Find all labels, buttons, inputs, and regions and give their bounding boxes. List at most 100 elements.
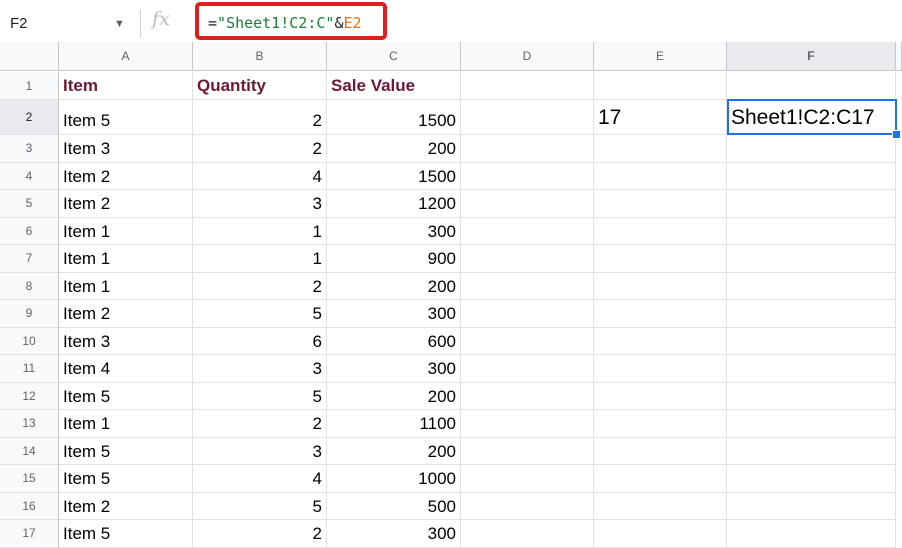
cell-b17[interactable]: 2 [193,520,327,548]
cell-c9[interactable]: 300 [327,300,461,328]
row-header-13[interactable]: 13 [0,410,59,438]
cell-a1[interactable]: Item [59,72,193,100]
cell-e17[interactable] [594,520,727,548]
cell-f15[interactable] [727,465,896,493]
cell-f11[interactable] [727,355,896,383]
cell-c11[interactable]: 300 [327,355,461,383]
cell-d11[interactable] [461,355,594,383]
column-header-d[interactable]: D [461,42,594,71]
cell-b9[interactable]: 5 [193,300,327,328]
cell-a5[interactable]: Item 2 [59,190,193,218]
cell-c5[interactable]: 1200 [327,190,461,218]
cell-a13[interactable]: Item 1 [59,410,193,438]
row-header-11[interactable]: 11 [0,355,59,383]
cell-c17[interactable]: 300 [327,520,461,548]
row-header-9[interactable]: 9 [0,300,59,328]
cell-c3[interactable]: 200 [327,135,461,163]
cell-c12[interactable]: 200 [327,382,461,410]
cell-c1[interactable]: Sale Value [327,72,461,100]
cell-b10[interactable]: 6 [193,327,327,355]
cell-a17[interactable]: Item 5 [59,520,193,548]
row-header-3[interactable]: 3 [0,135,59,163]
cell-b6[interactable]: 1 [193,217,327,245]
cell-c13[interactable]: 1100 [327,410,461,438]
cell-c10[interactable]: 600 [327,327,461,355]
cell-d13[interactable] [461,410,594,438]
cell-d1[interactable] [461,72,594,100]
cell-f14[interactable] [727,437,896,465]
cell-e7[interactable] [594,245,727,273]
cell-c2[interactable]: 1500 [327,100,461,135]
row-header-14[interactable]: 14 [0,437,59,465]
sheet-grid[interactable]: A B C D E F 1 2 3 4 5 6 7 8 9 10 11 12 13 14 15 16 17 Item Quant… [0,42,902,548]
column-header-f[interactable]: F [727,42,896,71]
cell-a16[interactable]: Item 2 [59,492,193,520]
cell-c8[interactable]: 200 [327,272,461,300]
column-header-a[interactable]: A [59,42,193,71]
cell-d8[interactable] [461,272,594,300]
cell-a15[interactable]: Item 5 [59,465,193,493]
cell-e15[interactable] [594,465,727,493]
cell-d3[interactable] [461,135,594,163]
column-header-e[interactable]: E [594,42,727,71]
cell-a14[interactable]: Item 5 [59,437,193,465]
row-header-5[interactable]: 5 [0,190,59,218]
cell-a9[interactable]: Item 2 [59,300,193,328]
cell-a10[interactable]: Item 3 [59,327,193,355]
cell-d7[interactable] [461,245,594,273]
cell-a8[interactable]: Item 1 [59,272,193,300]
row-header-2[interactable]: 2 [0,100,59,135]
cell-a7[interactable]: Item 1 [59,245,193,273]
cell-b13[interactable]: 2 [193,410,327,438]
row-header-15[interactable]: 15 [0,465,59,493]
cell-b11[interactable]: 3 [193,355,327,383]
cell-d2[interactable] [461,100,594,135]
cell-c4[interactable]: 1500 [327,162,461,190]
cell-d9[interactable] [461,300,594,328]
cell-f8[interactable] [727,272,896,300]
cell-e14[interactable] [594,437,727,465]
cell-b14[interactable]: 3 [193,437,327,465]
cell-f13[interactable] [727,410,896,438]
row-header-7[interactable]: 7 [0,245,59,273]
cell-c15[interactable]: 1000 [327,465,461,493]
cell-d5[interactable] [461,190,594,218]
cell-f3[interactable] [727,135,896,163]
cell-d14[interactable] [461,437,594,465]
chevron-down-icon[interactable]: ▼ [114,18,125,30]
cell-e4[interactable] [594,162,727,190]
cell-f4[interactable] [727,162,896,190]
cell-e10[interactable] [594,327,727,355]
cell-e11[interactable] [594,355,727,383]
cell-b16[interactable]: 5 [193,492,327,520]
cell-c6[interactable]: 300 [327,217,461,245]
cell-d12[interactable] [461,382,594,410]
fill-handle[interactable] [892,130,901,139]
select-all-corner[interactable] [0,42,59,71]
cell-e8[interactable] [594,272,727,300]
cell-c16[interactable]: 500 [327,492,461,520]
cell-f9[interactable] [727,300,896,328]
cell-d15[interactable] [461,465,594,493]
cell-b7[interactable]: 1 [193,245,327,273]
cell-f10[interactable] [727,327,896,355]
cell-e1[interactable] [594,72,727,100]
row-header-10[interactable]: 10 [0,327,59,355]
cell-f16[interactable] [727,492,896,520]
cell-d6[interactable] [461,217,594,245]
cell-e3[interactable] [594,135,727,163]
cell-b1[interactable]: Quantity [193,72,327,100]
cell-e6[interactable] [594,217,727,245]
cell-b8[interactable]: 2 [193,272,327,300]
row-header-16[interactable]: 16 [0,492,59,520]
row-header-4[interactable]: 4 [0,162,59,190]
cell-d10[interactable] [461,327,594,355]
cell-e13[interactable] [594,410,727,438]
column-header-b[interactable]: B [193,42,327,71]
cell-a4[interactable]: Item 2 [59,162,193,190]
cell-a11[interactable]: Item 4 [59,355,193,383]
cell-b2[interactable]: 2 [193,100,327,135]
cell-b12[interactable]: 5 [193,382,327,410]
cell-f5[interactable] [727,190,896,218]
cell-d16[interactable] [461,492,594,520]
